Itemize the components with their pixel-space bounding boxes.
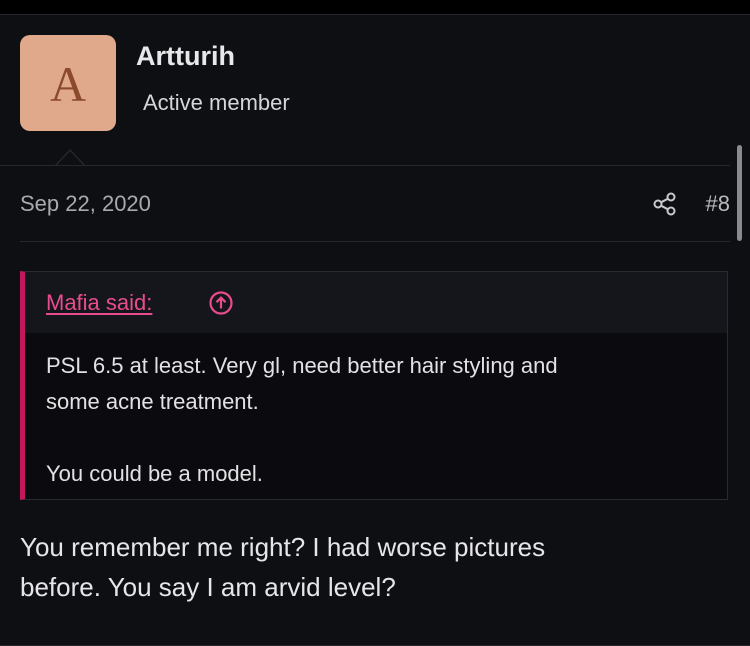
share-icon[interactable] <box>652 191 678 217</box>
post-text-line: before. You say I am arvid level? <box>20 572 396 602</box>
post: A Artturih Active member Sep 22, 2020 #8… <box>0 14 750 646</box>
quote-body: PSL 6.5 at least. Very gl, need better h… <box>46 348 706 492</box>
quote-author-link[interactable]: Mafia said: <box>46 290 152 316</box>
post-text-line: You remember me right? I had worse pictu… <box>20 532 546 562</box>
post-number[interactable]: #8 <box>706 191 730 217</box>
avatar-letter: A <box>49 56 87 112</box>
post-date[interactable]: Sep 22, 2020 <box>20 191 151 217</box>
quote-text-line: some acne treatment. <box>46 389 259 414</box>
quote-paragraph-gap <box>46 420 706 456</box>
header-arrow-notch-fill <box>56 151 84 166</box>
quote-block: Mafia said: PSL 6.5 at least. Very gl, n… <box>20 271 728 500</box>
post-meta: Sep 22, 2020 #8 <box>20 191 730 223</box>
arrow-up-circle-icon[interactable] <box>208 290 234 316</box>
post-body: You remember me right? I had worse pictu… <box>20 527 720 607</box>
quote-header: Mafia said: <box>25 272 727 333</box>
quote-text-line: You could be a model. <box>46 461 263 486</box>
avatar[interactable]: A <box>20 35 116 131</box>
scrollbar[interactable] <box>737 145 742 241</box>
username[interactable]: Artturih <box>136 41 235 72</box>
user-title: Active member <box>143 90 290 115</box>
quote-text-line: PSL 6.5 at least. Very gl, need better h… <box>46 353 558 378</box>
header-divider <box>0 165 730 166</box>
post-user-header: A Artturih Active member <box>0 15 750 166</box>
meta-divider <box>20 241 730 242</box>
